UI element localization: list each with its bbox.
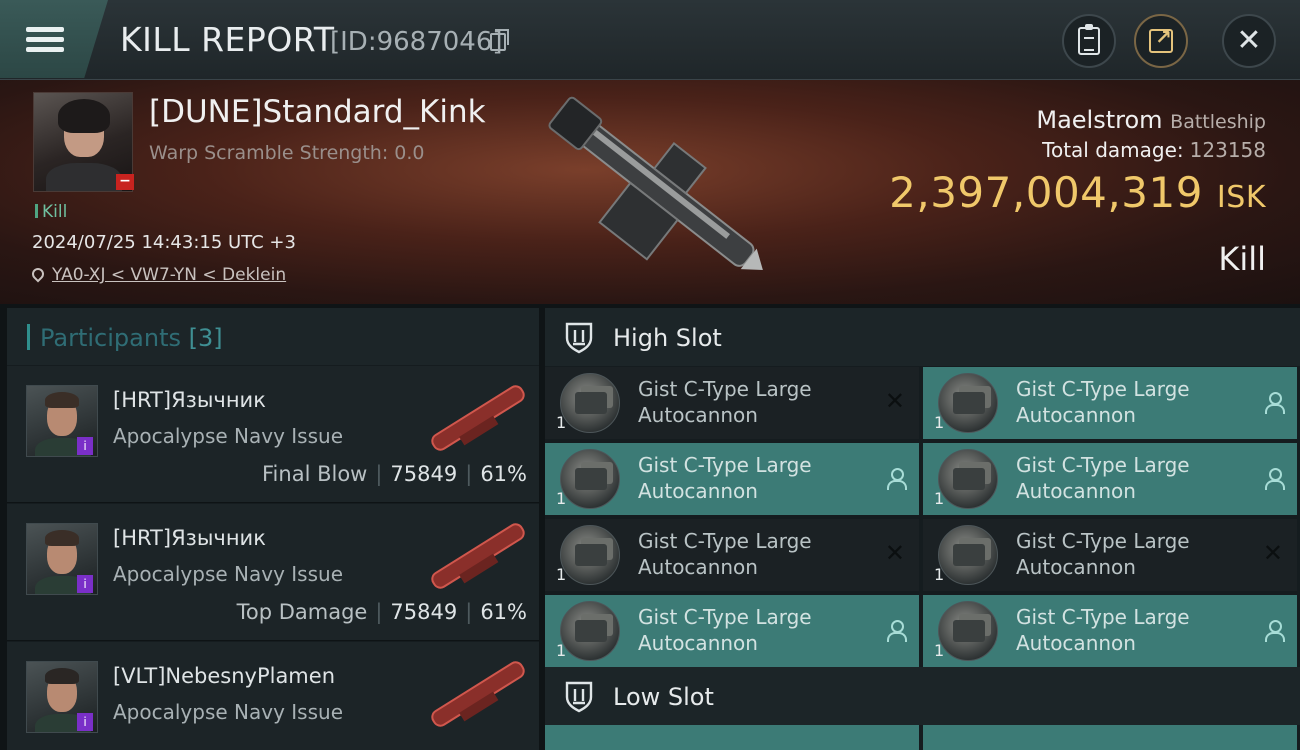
clipboard-button[interactable] (1062, 14, 1116, 68)
module-name: Gist C-Type Large Autocannon (638, 529, 812, 579)
victim-ship[interactable]: Maelstrom Battleship (1036, 106, 1266, 134)
participant-row[interactable]: i [HRT]Язычник Apocalypse Navy Issue Top… (7, 504, 539, 641)
fitting-panel: High Slot 1 Gist C-Type Large Autocannon ✕… (545, 308, 1300, 750)
kill-result: Kill (1218, 240, 1266, 278)
person-icon (887, 620, 907, 642)
report-id: [ID:9687046] (330, 27, 503, 57)
shield-icon (565, 681, 593, 713)
module-quantity: 1 (556, 565, 567, 584)
module-slot[interactable]: 1 Gist C-Type Large Autocannon ✕ (545, 367, 919, 439)
corp-badge-icon: i (77, 437, 93, 455)
participant-ship: Apocalypse Navy Issue (113, 424, 343, 448)
module-slot[interactable]: 1 Gist C-Type Large Autocannon (545, 595, 919, 667)
x-icon: ✕ (884, 387, 905, 415)
ship-class: Battleship (1170, 111, 1266, 133)
ship-image (548, 96, 763, 270)
share-button[interactable] (1134, 14, 1188, 68)
total-damage: Total damage: 123158 (1042, 138, 1266, 162)
participant-stats: Final Blow | 75849 | 61% (262, 462, 527, 486)
autocannon-icon (938, 373, 998, 433)
participant-name: [HRT]Язычник (113, 526, 266, 550)
module-quantity: 1 (934, 413, 945, 432)
share-icon (1149, 25, 1173, 53)
autocannon-icon (560, 601, 620, 661)
person-icon (887, 468, 907, 490)
clipboard-icon (1078, 24, 1100, 55)
participant-ship-image (431, 385, 525, 451)
participant-name: [VLT]NebesnyPlamen (113, 664, 335, 688)
participant-stats: Top Damage | 75849 | 61% (236, 600, 527, 624)
participant-name: [HRT]Язычник (113, 388, 266, 412)
module-name: Gist C-Type Large Autocannon (638, 377, 812, 427)
victim-summary: − [DUNE]Standard_Kink Warp Scramble Stre… (0, 80, 1300, 304)
module-slot[interactable]: 1 Gist C-Type Large Autocannon ✕ (923, 519, 1297, 591)
module-name: Gist C-Type Large Autocannon (1016, 377, 1190, 427)
autocannon-icon (560, 373, 620, 433)
module-quantity: 1 (934, 641, 945, 660)
module-quantity: 1 (934, 565, 945, 584)
participants-header: Participants [3] (7, 308, 539, 365)
module-slot[interactable]: 1 Gist C-Type Large Autocannon (923, 443, 1297, 515)
close-button[interactable]: ✕ (1222, 14, 1276, 68)
participant-row[interactable]: i [HRT]Язычник Apocalypse Navy Issue Fin… (7, 366, 539, 503)
module-quantity: 1 (934, 489, 945, 508)
x-icon: ✕ (884, 539, 905, 567)
person-icon (1265, 620, 1285, 642)
participant-ship-image (431, 661, 525, 727)
low-slot-header: Low Slot (545, 667, 1300, 725)
autocannon-icon (938, 601, 998, 661)
module-slot[interactable]: 1 Gist C-Type Large Autocannon (545, 443, 919, 515)
module-name: Gist C-Type Large Autocannon (1016, 605, 1190, 655)
hostile-badge: − (116, 174, 134, 190)
high-slot-header: High Slot (545, 308, 1300, 366)
participant-ship: Apocalypse Navy Issue (113, 562, 343, 586)
corp-badge-icon: i (77, 575, 93, 593)
participant-ship: Apocalypse Navy Issue (113, 700, 343, 724)
autocannon-icon (938, 525, 998, 585)
isk-value: 2,397,004,319 ISK (889, 168, 1266, 217)
page-title: KILL REPORT (120, 20, 335, 59)
x-icon: ✕ (1262, 539, 1283, 567)
module-slot[interactable]: 1 Gist C-Type Large Autocannon ✕ (545, 519, 919, 591)
close-icon: ✕ (1236, 23, 1262, 58)
location-pin-icon (29, 265, 47, 283)
person-icon (1265, 392, 1285, 414)
autocannon-icon (560, 449, 620, 509)
module-quantity: 1 (556, 641, 567, 660)
kill-tag: Kill (35, 202, 67, 222)
module-quantity: 1 (556, 489, 567, 508)
participant-ship-image (431, 523, 525, 589)
hamburger-icon (26, 22, 64, 57)
shield-icon (565, 322, 593, 354)
menu-button[interactable] (0, 0, 108, 78)
module-slot[interactable]: 1 Gist C-Type Large Autocannon (923, 367, 1297, 439)
participants-panel: Participants [3] i [HRT]Язычник Apocalyp… (7, 308, 539, 750)
kill-location[interactable]: YA0-XJ < VW7-YN < Deklein (29, 265, 286, 285)
top-bar: KILL REPORT [ID:9687046] ✕ (0, 0, 1300, 80)
participant-row[interactable]: i [VLT]NebesnyPlamen Apocalypse Navy Iss… (7, 642, 539, 750)
module-name: Gist C-Type Large Autocannon (638, 605, 812, 655)
victim-name[interactable]: [DUNE]Standard_Kink (149, 94, 486, 130)
high-slot-grid: 1 Gist C-Type Large Autocannon ✕ 1 Gist C-Ty… (545, 366, 1300, 667)
module-name: Gist C-Type Large Autocannon (1016, 529, 1190, 579)
low-slot-item[interactable] (923, 725, 1297, 750)
kill-timestamp: 2024/07/25 14:43:15 UTC +3 (32, 232, 296, 253)
corp-badge-icon: i (77, 713, 93, 731)
low-slot-item[interactable] (545, 725, 919, 750)
warp-scramble-strength: Warp Scramble Strength: 0.0 (149, 142, 425, 164)
autocannon-icon (938, 449, 998, 509)
person-icon (1265, 468, 1285, 490)
module-slot[interactable]: 1 Gist C-Type Large Autocannon (923, 595, 1297, 667)
copy-icon[interactable] (490, 29, 509, 51)
module-quantity: 1 (556, 413, 567, 432)
autocannon-icon (560, 525, 620, 585)
module-name: Gist C-Type Large Autocannon (638, 453, 812, 503)
module-name: Gist C-Type Large Autocannon (1016, 453, 1190, 503)
